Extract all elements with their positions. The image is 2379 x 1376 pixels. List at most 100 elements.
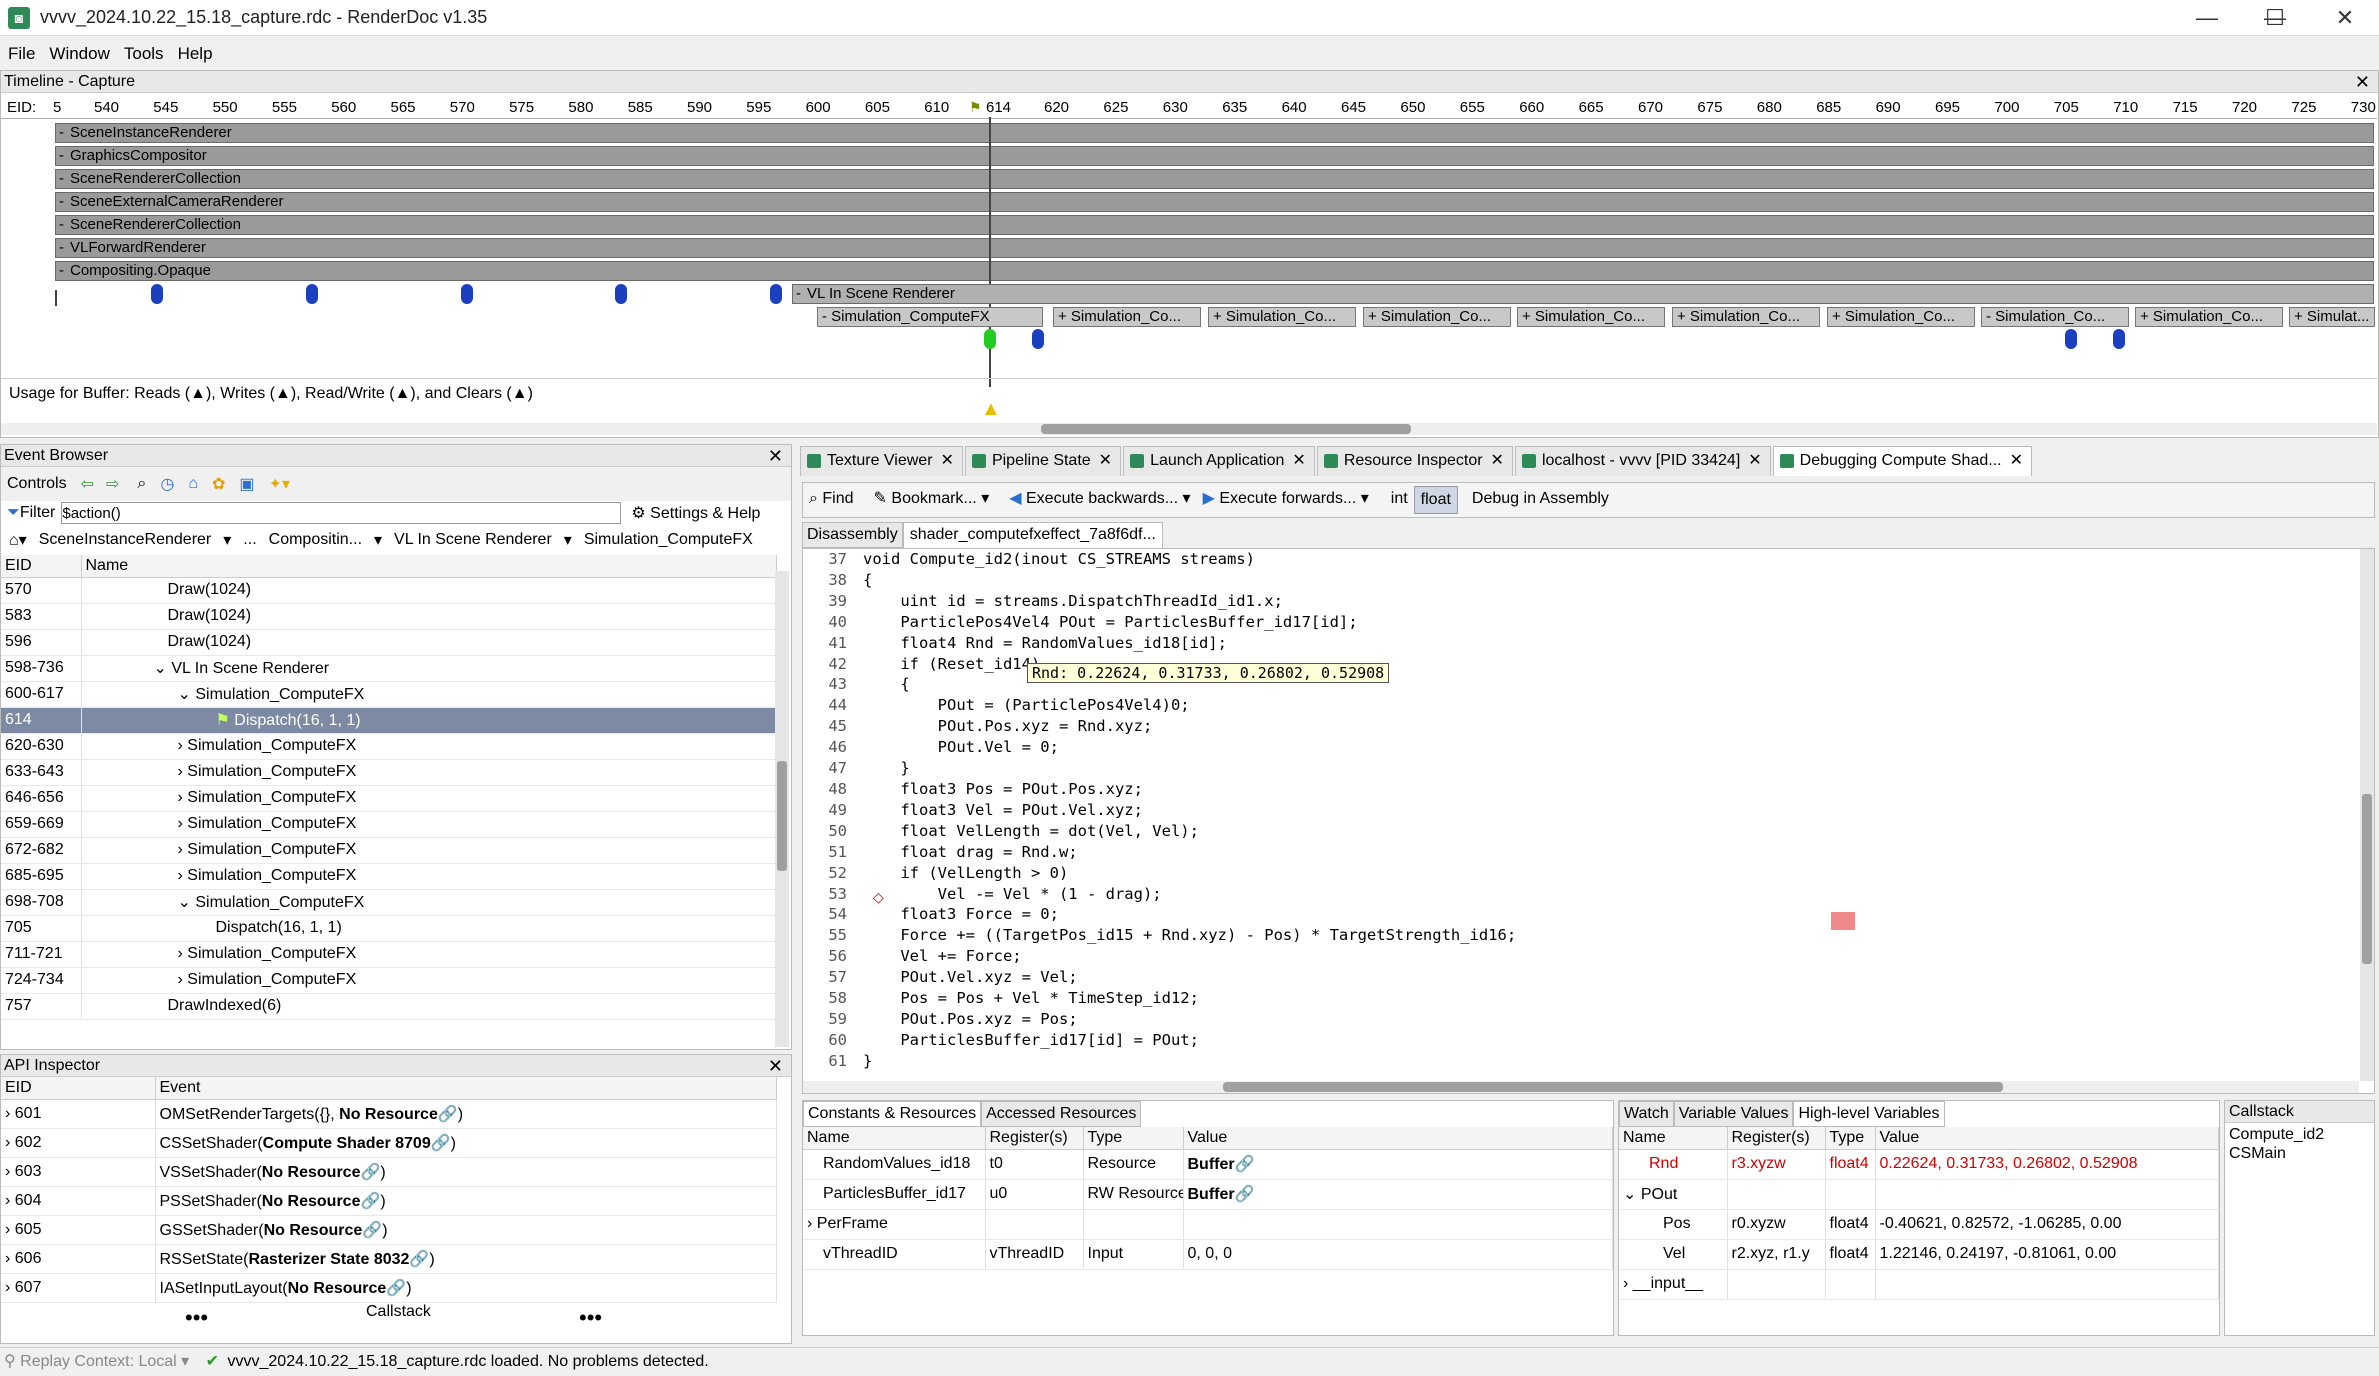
event-marker[interactable] (151, 284, 163, 304)
code-line[interactable]: 54 float3 Force = 0; (807, 904, 1516, 925)
document-tab[interactable]: Pipeline State ✕ (964, 446, 1122, 476)
resource-row[interactable]: vThreadID vThreadID Input 0, 0, 0 (803, 1239, 1613, 1270)
api-resource-link[interactable]: No Resource (264, 1222, 363, 1239)
splitter-handle[interactable]: ••• (579, 1305, 602, 1331)
timeline-row[interactable]: SceneInstanceRenderer (55, 123, 2374, 143)
expand-icon[interactable]: › (1623, 1275, 1633, 1292)
column-header[interactable]: Register(s) (985, 1127, 1084, 1150)
code-line[interactable]: 47 } (807, 758, 1516, 779)
expand-icon[interactable]: › (5, 1221, 15, 1238)
event-scrollbar[interactable] (775, 571, 789, 1047)
code-line[interactable]: 40 ParticlePos4Vel4 POut = ParticlesBuff… (807, 612, 1516, 633)
document-tab[interactable]: Debugging Compute Shad... ✕ (1772, 446, 2032, 476)
close-icon[interactable]: ✕ (1099, 452, 1112, 469)
api-resource-link[interactable]: No Resource (288, 1280, 387, 1297)
splitter-handle[interactable]: ••• (185, 1305, 208, 1331)
execute-forwards-button[interactable]: ▶ Execute forwards... ▾ (1197, 486, 1375, 514)
column-header[interactable]: Type (1083, 1127, 1184, 1150)
resource-row[interactable]: › PerFrame (803, 1209, 1613, 1240)
collapse-icon[interactable]: ⌄ (178, 894, 196, 911)
document-tab[interactable]: Resource Inspector ✕ (1316, 446, 1513, 476)
close-icon[interactable]: ✕ (2010, 452, 2023, 469)
event-marker[interactable] (461, 284, 473, 304)
timeline-sim-box[interactable]: + Simulation_Co... (1053, 307, 1201, 327)
event-marker[interactable] (2113, 329, 2125, 349)
close-icon[interactable]: ✕ (768, 1055, 783, 1077)
expand-icon[interactable]: › (5, 1192, 15, 1209)
api-row[interactable]: › 605 GSSetShader(No Resource🔗) (1, 1215, 777, 1245)
event-row[interactable]: 685-695 › Simulation_ComputeFX (1, 863, 777, 890)
bookmark-icon[interactable]: ⌂ (188, 475, 198, 493)
event-row[interactable]: 646-656 › Simulation_ComputeFX (1, 785, 777, 812)
column-header[interactable]: Type (1825, 1127, 1876, 1150)
api-row[interactable]: › 603 VSSetShader(No Resource🔗) (1, 1157, 777, 1187)
float-toggle[interactable]: float (1413, 486, 1458, 514)
code-line[interactable]: 38 { (807, 570, 1516, 591)
api-resource-link[interactable]: No Resource (339, 1106, 438, 1123)
event-row[interactable]: 614 ⚑ Dispatch(16, 1, 1) (1, 707, 777, 734)
minimize-button[interactable]: — (2172, 0, 2242, 36)
code-line[interactable]: 60 ParticlesBuffer_id17[id] = POut; (807, 1030, 1516, 1051)
expand-icon[interactable]: › (178, 971, 188, 988)
code-line[interactable]: 50 float VelLength = dot(Vel, Vel); (807, 821, 1516, 842)
tab-watch[interactable]: Watch (1619, 1101, 1674, 1127)
code-line[interactable]: 51 float drag = Rnd.w; (807, 842, 1516, 863)
code-line[interactable]: 46 POut.Vel = 0; (807, 737, 1516, 758)
menu-help[interactable]: Help (178, 44, 213, 64)
variable-row[interactable]: ⌄ POut (1619, 1179, 2219, 1210)
code-line[interactable]: 45 POut.Pos.xyz = Rnd.xyz; (807, 716, 1516, 737)
expand-icon[interactable]: › (178, 945, 188, 962)
timeline-scrollbar[interactable] (1, 423, 2377, 435)
tab-variable-values[interactable]: Variable Values (1673, 1101, 1794, 1127)
column-header[interactable]: Value (1875, 1127, 2219, 1150)
event-row[interactable]: 583 Draw(1024) (1, 603, 777, 630)
expand-icon[interactable]: › (178, 841, 188, 858)
event-row[interactable]: 757 DrawIndexed(6) (1, 993, 777, 1020)
column-header[interactable]: Name (81, 555, 777, 578)
timeline-sim-box[interactable]: + Simulation_Co... (1672, 307, 1820, 327)
expand-icon[interactable]: › (178, 789, 188, 806)
resource-row[interactable]: RandomValues_id18 t0 Resource Buffer🔗 (803, 1149, 1613, 1180)
callstack-frame[interactable]: Compute_id2 (2225, 1125, 2374, 1144)
timeline-row[interactable]: VLForwardRenderer (55, 238, 2374, 258)
home-icon[interactable]: ⌂▾ (9, 530, 27, 550)
document-tab[interactable]: localhost - vvvv [PID 33424] ✕ (1514, 446, 1771, 476)
bookmark-button[interactable]: ✎ Bookmark... ▾ (868, 486, 996, 514)
tab-shader-source[interactable]: shader_computefxeffect_7a8f6df... (902, 522, 1163, 548)
timeline-sim-box[interactable]: + Simulation_Co... (1517, 307, 1665, 327)
collapse-icon[interactable]: ⌄ (154, 660, 172, 677)
column-header[interactable]: Value (1183, 1127, 1613, 1150)
timeline-sim-box[interactable]: + Simulation_Co... (2135, 307, 2283, 327)
collapse-icon[interactable]: ⌄ (178, 686, 196, 703)
api-row[interactable]: › 601 OMSetRenderTargets({}, No Resource🔗… (1, 1099, 777, 1129)
code-line[interactable]: 37 void Compute_id2(inout CS_STREAMS stre… (807, 549, 1516, 570)
menu-window[interactable]: Window (49, 44, 109, 64)
timeline-sim-box[interactable]: - Simulation_ComputeFX (817, 307, 1043, 327)
filter-input[interactable] (61, 502, 622, 524)
variable-row[interactable]: Vel r2.xyz, r1.y float4 1.22146, 0.24197, -… (1619, 1239, 2219, 1270)
event-row[interactable]: 600-617 ⌄ Simulation_ComputeFX (1, 681, 777, 708)
timer-icon[interactable]: ◷ (160, 474, 174, 494)
resource-value[interactable]: Buffer (1188, 1186, 1235, 1203)
breadcrumb-item[interactable]: ... (243, 531, 256, 549)
find-icon[interactable]: ⌕ (137, 475, 146, 493)
api-resource-link[interactable]: Rasterizer State 8032 (248, 1251, 409, 1268)
api-resource-link[interactable]: Compute Shader 8709 (263, 1135, 431, 1152)
expand-icon[interactable]: › (5, 1105, 15, 1122)
expand-icon[interactable]: › (178, 815, 188, 832)
event-marker[interactable] (770, 284, 782, 304)
variable-row[interactable]: Pos r0.xyzw float4 -0.40621, 0.82572, -1.06… (1619, 1209, 2219, 1240)
api-resource-link[interactable]: No Resource (262, 1164, 361, 1181)
api-row[interactable]: › 604 PSSetShader(No Resource🔗) (1, 1186, 777, 1216)
callstack-frame[interactable]: CSMain (2225, 1144, 2374, 1163)
timeline-sim-box[interactable]: + Simulation_Co... (1363, 307, 1511, 327)
close-icon[interactable]: ✕ (768, 445, 783, 467)
breadcrumb-item[interactable]: SceneInstanceRenderer (39, 531, 212, 549)
resource-row[interactable]: ParticlesBuffer_id17 u0 RW Resource Buffer🔗 (803, 1179, 1613, 1210)
current-event-marker[interactable] (984, 329, 996, 349)
timeline-sim-box[interactable]: + Simulation_Co... (1208, 307, 1356, 327)
code-line[interactable]: 56 Vel += Force; (807, 946, 1516, 967)
code-line[interactable]: 49 float3 Vel = POut.Vel.xyz; (807, 800, 1516, 821)
event-row[interactable]: 698-708 ⌄ Simulation_ComputeFX (1, 889, 777, 916)
event-row[interactable]: 598-736 ⌄ VL In Scene Renderer (1, 655, 777, 682)
